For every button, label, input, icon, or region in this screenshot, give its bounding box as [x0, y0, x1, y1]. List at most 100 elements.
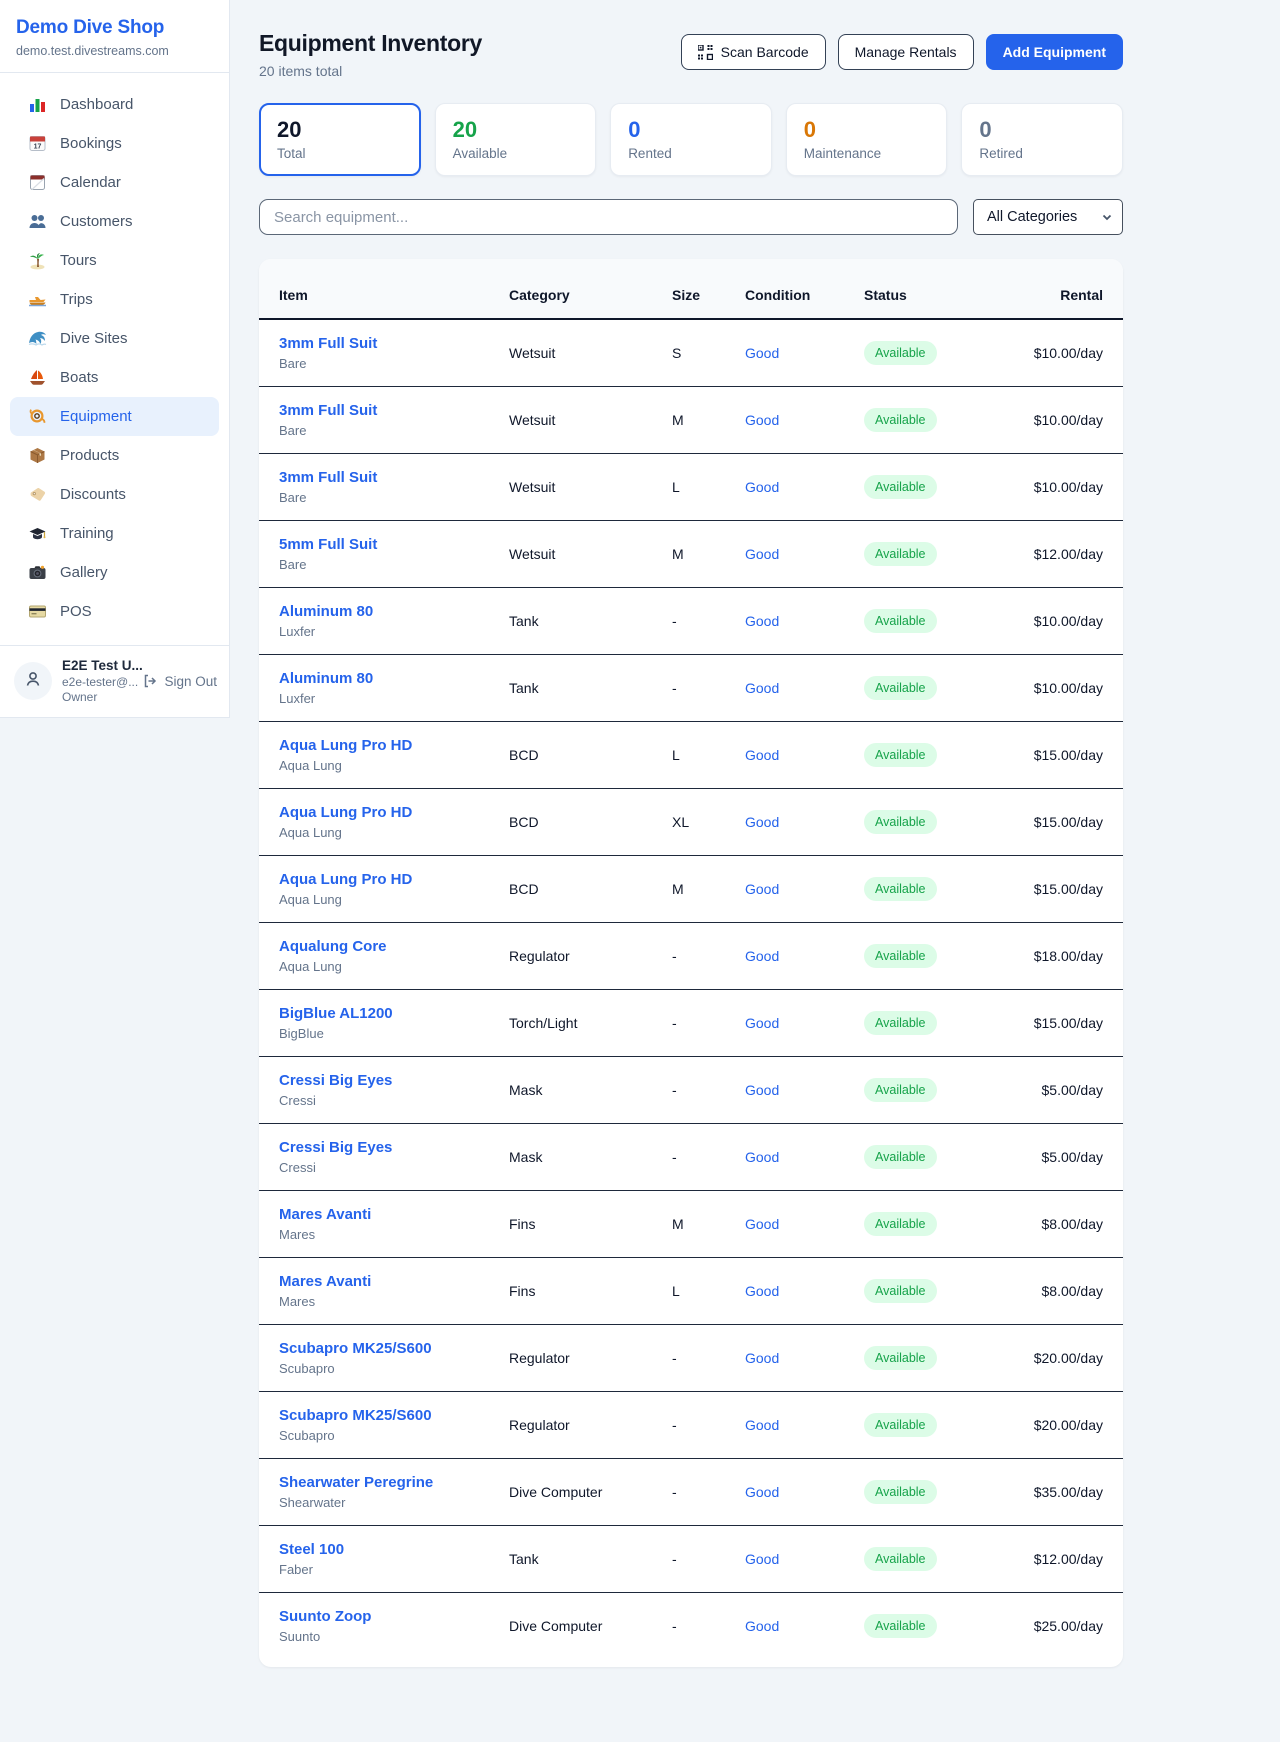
status-badge: Available: [864, 1547, 937, 1571]
item-name-link[interactable]: Aqua Lung Pro HD: [279, 737, 509, 754]
sidebar-item-equipment[interactable]: Equipment: [10, 397, 219, 436]
item-name-link[interactable]: 3mm Full Suit: [279, 402, 509, 419]
sidebar-item-training[interactable]: Training: [10, 514, 219, 553]
person-icon: [23, 669, 43, 694]
sidebar-item-boats[interactable]: Boats: [10, 358, 219, 397]
item-name-link[interactable]: Aluminum 80: [279, 603, 509, 620]
condition-link[interactable]: Good: [745, 1484, 779, 1500]
sidebar-item-label: POS: [60, 603, 92, 620]
manage-rentals-label: Manage Rentals: [855, 44, 957, 60]
manage-rentals-button[interactable]: Manage Rentals: [838, 34, 974, 70]
item-name-link[interactable]: BigBlue AL1200: [279, 1005, 509, 1022]
search-input[interactable]: [259, 199, 958, 235]
svg-text:17: 17: [34, 144, 42, 151]
column-header-condition: Condition: [745, 259, 864, 319]
sign-out-button[interactable]: Sign Out: [142, 673, 217, 689]
condition-link[interactable]: Good: [745, 479, 779, 495]
stat-card-retired[interactable]: 0Retired: [961, 103, 1123, 176]
add-equipment-label: Add Equipment: [1003, 44, 1106, 60]
stat-label: Maintenance: [804, 146, 930, 161]
item-name-link[interactable]: Cressi Big Eyes: [279, 1139, 509, 1156]
item-name-link[interactable]: Scubapro MK25/S600: [279, 1407, 509, 1424]
brand-title[interactable]: Demo Dive Shop: [16, 17, 213, 39]
sidebar-item-calendar[interactable]: Calendar: [10, 163, 219, 202]
item-category: Wetsuit: [509, 454, 672, 521]
item-name-link[interactable]: Aqua Lung Pro HD: [279, 871, 509, 888]
rental-price: $25.00/day: [1004, 1593, 1123, 1660]
condition-link[interactable]: Good: [745, 1015, 779, 1031]
scan-barcode-button[interactable]: Scan Barcode: [681, 34, 826, 70]
status-badge: Available: [864, 542, 937, 566]
item-name-link[interactable]: Aluminum 80: [279, 670, 509, 687]
sidebar-item-customers[interactable]: Customers: [10, 202, 219, 241]
sidebar-item-gallery[interactable]: Gallery: [10, 553, 219, 592]
item-name-link[interactable]: Cressi Big Eyes: [279, 1072, 509, 1089]
table-row: 3mm Full SuitBareWetsuitLGoodAvailable$1…: [259, 454, 1123, 521]
credit-card-icon: [28, 602, 47, 621]
item-size: -: [672, 588, 745, 655]
rental-price: $20.00/day: [1004, 1325, 1123, 1392]
condition-link[interactable]: Good: [745, 881, 779, 897]
condition-link[interactable]: Good: [745, 345, 779, 361]
item-name-link[interactable]: Steel 100: [279, 1541, 509, 1558]
sidebar-item-discounts[interactable]: Discounts: [10, 475, 219, 514]
item-name-link[interactable]: Aqua Lung Pro HD: [279, 804, 509, 821]
sidebar-item-trips[interactable]: Trips: [10, 280, 219, 319]
item-name-link[interactable]: 3mm Full Suit: [279, 335, 509, 352]
rental-price: $15.00/day: [1004, 722, 1123, 789]
condition-link[interactable]: Good: [745, 680, 779, 696]
item-name-link[interactable]: Shearwater Peregrine: [279, 1474, 509, 1491]
condition-link[interactable]: Good: [745, 1618, 779, 1634]
item-name-link[interactable]: Scubapro MK25/S600: [279, 1340, 509, 1357]
condition-link[interactable]: Good: [745, 1082, 779, 1098]
sidebar-item-label: Training: [60, 525, 114, 542]
item-name-link[interactable]: Aqualung Core: [279, 938, 509, 955]
category-filter-select[interactable]: All Categories: [973, 199, 1123, 235]
table-row: Aluminum 80LuxferTank-GoodAvailable$10.0…: [259, 655, 1123, 722]
condition-link[interactable]: Good: [745, 412, 779, 428]
add-equipment-button[interactable]: Add Equipment: [986, 34, 1123, 70]
condition-link[interactable]: Good: [745, 747, 779, 763]
sidebar-item-dive-sites[interactable]: Dive Sites: [10, 319, 219, 358]
stat-value: 0: [979, 117, 1105, 143]
sidebar-item-label: Bookings: [60, 135, 122, 152]
item-name-link[interactable]: 3mm Full Suit: [279, 469, 509, 486]
status-badge: Available: [864, 1480, 937, 1504]
condition-link[interactable]: Good: [745, 1551, 779, 1567]
item-category: Mask: [509, 1057, 672, 1124]
user-section: E2E Test U... e2e-tester@... Owner Sign …: [0, 645, 229, 717]
stat-card-maintenance[interactable]: 0Maintenance: [786, 103, 948, 176]
condition-link[interactable]: Good: [745, 1283, 779, 1299]
item-category: BCD: [509, 789, 672, 856]
item-name-link[interactable]: Mares Avanti: [279, 1206, 509, 1223]
sidebar-item-label: Customers: [60, 213, 133, 230]
status-badge: Available: [864, 743, 937, 767]
condition-link[interactable]: Good: [745, 613, 779, 629]
condition-link[interactable]: Good: [745, 546, 779, 562]
condition-link[interactable]: Good: [745, 948, 779, 964]
sidebar-item-bookings[interactable]: 17 Bookings: [10, 124, 219, 163]
stat-card-rented[interactable]: 0Rented: [610, 103, 772, 176]
condition-link[interactable]: Good: [745, 1149, 779, 1165]
table-row: Mares AvantiMaresFinsLGoodAvailable$8.00…: [259, 1258, 1123, 1325]
item-brand: Mares: [279, 1294, 509, 1309]
people-icon: [28, 212, 47, 231]
item-name-link[interactable]: Suunto Zoop: [279, 1608, 509, 1625]
item-name-link[interactable]: Mares Avanti: [279, 1273, 509, 1290]
condition-link[interactable]: Good: [745, 814, 779, 830]
condition-link[interactable]: Good: [745, 1350, 779, 1366]
stat-card-available[interactable]: 20Available: [435, 103, 597, 176]
status-badge: Available: [864, 877, 937, 901]
condition-link[interactable]: Good: [745, 1417, 779, 1433]
sidebar-item-dashboard[interactable]: Dashboard: [10, 85, 219, 124]
rental-price: $5.00/day: [1004, 1057, 1123, 1124]
condition-link[interactable]: Good: [745, 1216, 779, 1232]
sidebar-item-tours[interactable]: Tours: [10, 241, 219, 280]
sidebar-item-pos[interactable]: POS: [10, 592, 219, 631]
header-actions: Scan Barcode Manage Rentals Add Equipmen…: [681, 34, 1123, 70]
item-size: M: [672, 1191, 745, 1258]
column-header-size: Size: [672, 259, 745, 319]
item-name-link[interactable]: 5mm Full Suit: [279, 536, 509, 553]
stat-card-total[interactable]: 20Total: [259, 103, 421, 176]
sidebar-item-products[interactable]: Products: [10, 436, 219, 475]
